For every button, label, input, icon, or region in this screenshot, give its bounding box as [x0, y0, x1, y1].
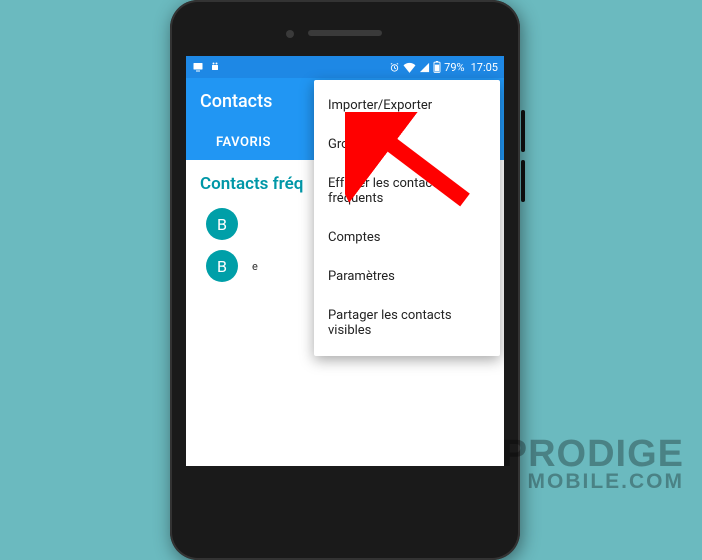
status-right: 79% 17:05 — [389, 61, 498, 74]
signal-icon — [419, 62, 430, 73]
watermark-line2: MOBILE.COM — [502, 472, 684, 492]
menu-item-groups[interactable]: Groupes — [314, 125, 500, 164]
alarm-icon — [389, 62, 400, 73]
watermark: PRODIGE MOBILE.COM — [502, 436, 684, 492]
side-button — [521, 110, 525, 152]
contact-name-fragment: e — [252, 260, 258, 273]
battery-icon — [433, 61, 441, 73]
proximity-sensor — [286, 30, 294, 38]
app-title: Contacts — [200, 91, 272, 112]
status-bar: 79% 17:05 — [186, 56, 504, 78]
side-button — [521, 160, 525, 202]
android-icon — [209, 61, 221, 73]
screenshot-icon — [192, 61, 204, 73]
phone-frame: 79% 17:05 Contacts FAVORIS Contacts fréq… — [170, 0, 520, 560]
menu-item-settings[interactable]: Paramètres — [314, 257, 500, 296]
status-left — [192, 61, 221, 73]
tab-favoris[interactable]: FAVORIS — [216, 135, 271, 150]
phone-speaker — [308, 30, 382, 36]
menu-item-share-visible[interactable]: Partager les contacts visibles — [314, 296, 500, 350]
menu-item-clear-frequent[interactable]: Effacer les contacts fréquents — [314, 164, 500, 218]
menu-item-import-export[interactable]: Importer/Exporter — [314, 86, 500, 125]
watermark-line1: PRODIGE — [502, 436, 684, 472]
phone-screen: 79% 17:05 Contacts FAVORIS Contacts fréq… — [186, 56, 504, 466]
overflow-menu: Importer/Exporter Groupes Effacer les co… — [314, 80, 500, 356]
menu-item-accounts[interactable]: Comptes — [314, 218, 500, 257]
clock-text: 17:05 — [471, 61, 498, 74]
avatar: B — [206, 208, 238, 240]
wifi-icon — [403, 62, 416, 73]
battery-text: 79% — [444, 61, 464, 74]
avatar: B — [206, 250, 238, 282]
